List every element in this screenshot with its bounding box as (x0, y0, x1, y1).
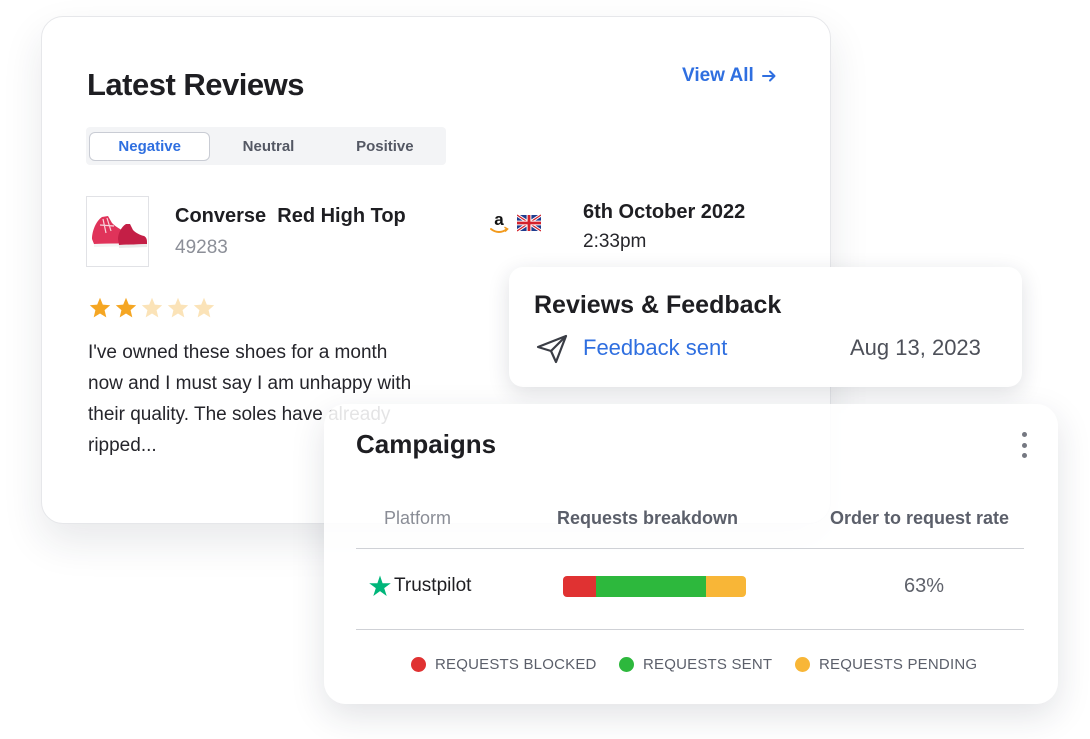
feedback-date: Aug 13, 2023 (850, 335, 981, 360)
product-thumbnail[interactable] (86, 196, 149, 267)
legend-dot (619, 657, 634, 672)
star-empty-icon (167, 297, 189, 318)
header-divider (356, 548, 1024, 549)
marketplace-badges: a (487, 210, 541, 236)
legend-item-sent: REQUESTS SENT (619, 656, 772, 673)
legend-label: REQUESTS SENT (643, 656, 773, 673)
amazon-icon: a (487, 210, 511, 236)
product-name: Converse Red High Top (175, 205, 406, 227)
campaigns-card: Campaigns Platform Requests breakdown Or… (324, 404, 1058, 704)
campaigns-title: Campaigns (356, 429, 497, 459)
feedback-title: Reviews & Feedback (534, 291, 782, 319)
column-header-rate: Order to request rate (830, 508, 1010, 528)
review-time: 2:33pm (583, 231, 647, 252)
platform-name: Trustpilot (394, 575, 472, 596)
arrow-right-icon (761, 70, 776, 82)
star-rating (88, 296, 216, 320)
review-date: 6th October 2022 (583, 201, 746, 223)
paper-plane-icon (536, 334, 568, 364)
star-filled-icon (115, 297, 137, 318)
requests-breakdown-bar (563, 576, 746, 597)
reviews-feedback-card: Reviews & Feedback Feedback sent Aug 13,… (509, 267, 1022, 387)
tab-neutral[interactable]: Neutral (210, 132, 326, 161)
legend-item-blocked: REQUESTS BLOCKED (411, 656, 597, 673)
legend-label: REQUESTS BLOCKED (435, 656, 597, 673)
breakdown-segment-requests-sent (595, 576, 706, 597)
latest-reviews-title: Latest Reviews (87, 67, 305, 102)
svg-text:a: a (494, 210, 504, 229)
star-filled-icon (89, 297, 111, 318)
view-all-link[interactable]: View All (682, 65, 778, 87)
tab-negative[interactable]: Negative (89, 131, 211, 161)
legend-label: REQUESTS PENDING (819, 656, 978, 673)
sentiment-tabs: Negative Neutral Positive (86, 127, 446, 165)
feedback-status-link[interactable]: Feedback sent (583, 335, 727, 361)
row-divider (356, 629, 1024, 630)
breakdown-segment-requests-blocked (563, 576, 596, 597)
review-line: I've owned these shoes for a month (88, 342, 388, 363)
column-header-breakdown: Requests breakdown (557, 508, 739, 528)
review-line: now and I must say I am unhappy with (88, 373, 412, 394)
uk-flag-icon (517, 210, 541, 236)
view-all-label: View All (682, 65, 754, 86)
trustpilot-star-icon (369, 575, 391, 596)
tab-positive[interactable]: Positive (327, 132, 443, 161)
breakdown-segment-requests-pending (705, 576, 746, 597)
column-header-platform: Platform (384, 508, 452, 528)
legend-dot (795, 657, 810, 672)
product-id: 49283 (175, 237, 228, 258)
trustpilot-logo: Trustpilot (368, 574, 471, 598)
more-options-icon[interactable] (1017, 432, 1031, 458)
legend-item-pending: REQUESTS PENDING (795, 656, 977, 673)
red-sneaker-icon (91, 215, 147, 248)
order-to-request-rate: 63% (904, 575, 945, 597)
legend-dot (411, 657, 426, 672)
star-empty-icon (141, 297, 163, 318)
star-empty-icon (193, 297, 215, 318)
